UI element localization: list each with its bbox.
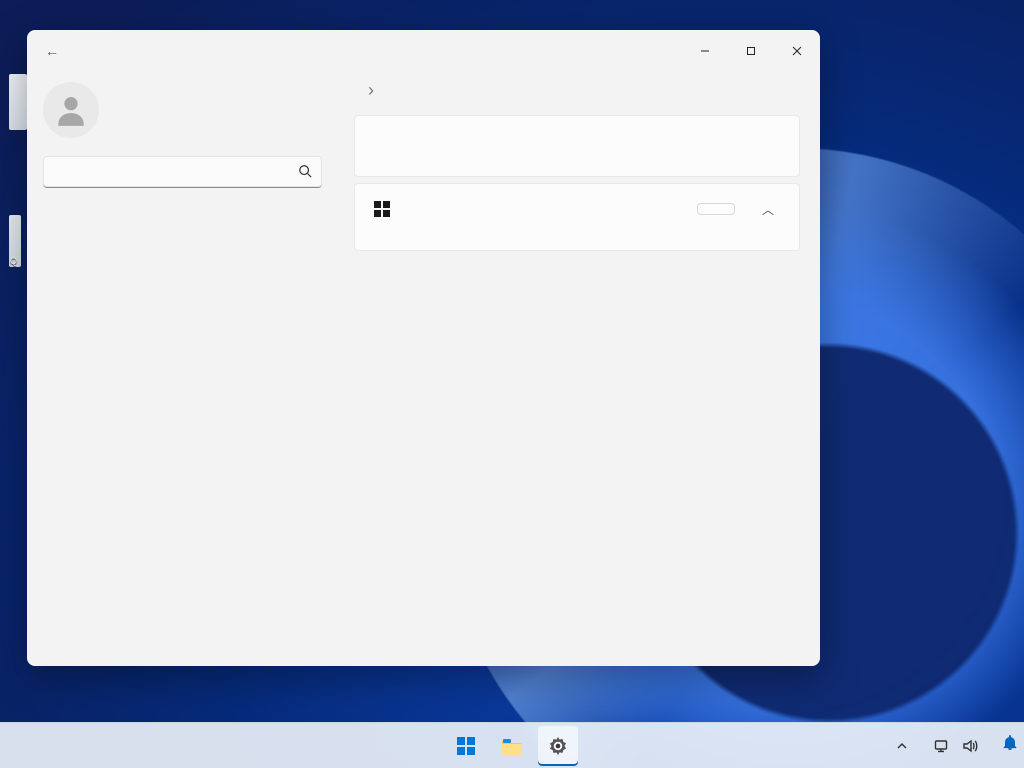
desktop-icon-hint <box>9 74 27 130</box>
volume-icon[interactable] <box>962 738 978 754</box>
avatar <box>43 82 99 138</box>
chevron-up-icon[interactable]: ︿ <box>751 201 785 218</box>
breadcrumb: › <box>354 72 806 115</box>
content-scroll[interactable]: ︿ <box>354 115 806 666</box>
windows-spec-list <box>355 234 799 250</box>
notifications-icon[interactable] <box>1002 735 1018 756</box>
settings-window: ← <box>27 30 820 666</box>
search-input[interactable] <box>43 156 322 188</box>
file-explorer-button[interactable] <box>492 726 532 766</box>
account-block[interactable] <box>35 72 332 156</box>
titlebar[interactable]: ← <box>27 30 820 72</box>
copy-button[interactable] <box>697 203 735 215</box>
taskbar[interactable] <box>0 722 1024 768</box>
minimize-button[interactable] <box>682 35 728 67</box>
nav-list <box>35 204 332 666</box>
network-icon[interactable] <box>934 738 950 754</box>
chevron-up-icon[interactable] <box>894 738 910 754</box>
settings-task-button[interactable] <box>538 726 578 766</box>
search-icon <box>298 164 312 183</box>
desktop-icon-caption: Q <box>10 256 17 266</box>
related-links-row <box>355 148 799 176</box>
sidebar <box>27 72 332 666</box>
maximize-button[interactable] <box>728 35 774 67</box>
windows-icon <box>373 200 391 218</box>
device-spec-card-partial <box>354 115 800 177</box>
close-button[interactable] <box>774 35 820 67</box>
system-tray[interactable] <box>894 735 1018 756</box>
desktop: Q ← <box>0 0 1024 768</box>
chevron-right-icon: › <box>368 80 374 101</box>
main-pane: › <box>332 72 820 666</box>
start-button[interactable] <box>446 726 486 766</box>
back-button[interactable]: ← <box>45 43 59 59</box>
search-container <box>43 156 322 188</box>
windows-spec-card: ︿ <box>354 183 800 251</box>
